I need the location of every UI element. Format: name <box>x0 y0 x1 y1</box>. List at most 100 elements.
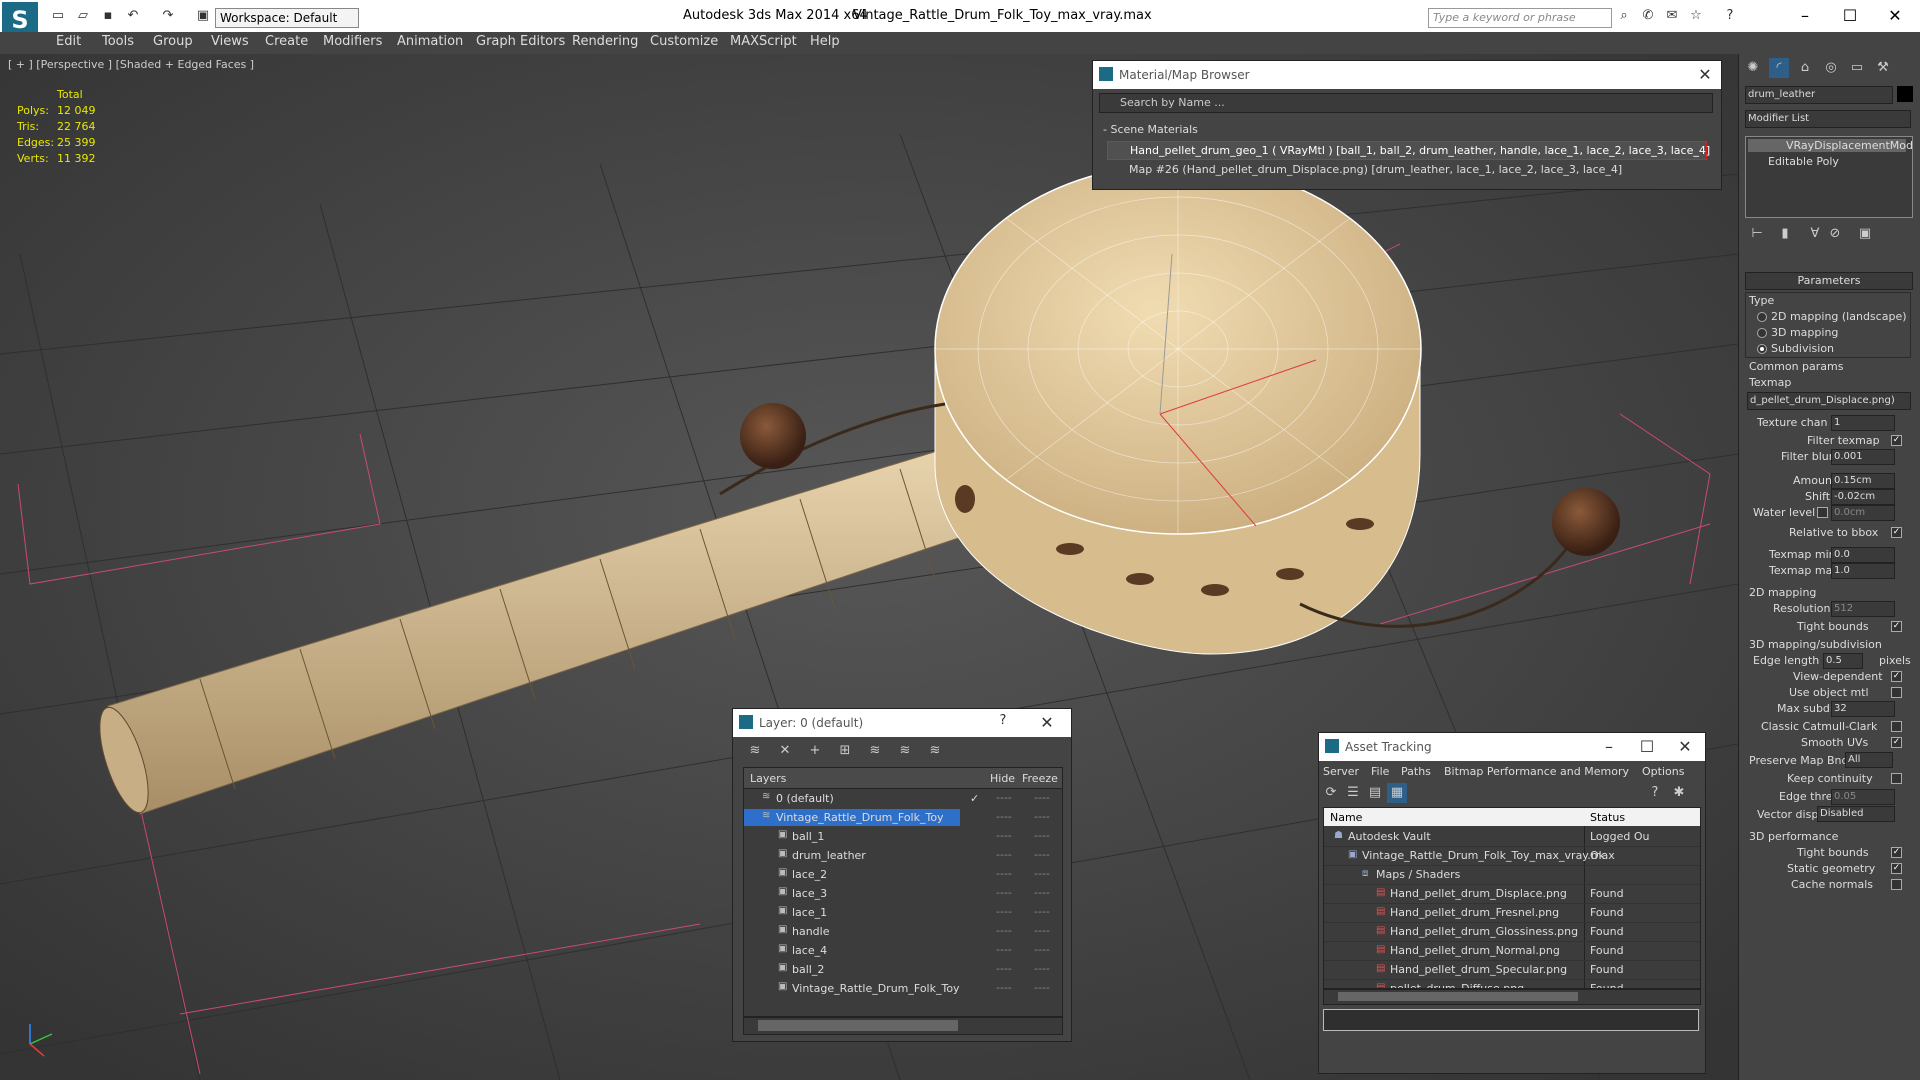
redo-icon[interactable]: ↷ <box>160 9 176 23</box>
layer-freeze-toggle[interactable]: ---- <box>1034 791 1050 804</box>
texmap-max-spinner[interactable]: 1.0 <box>1831 563 1895 579</box>
layer-hide-toggle[interactable]: ---- <box>996 810 1012 823</box>
material-item-vraymtl[interactable]: Hand_pellet_drum_geo_1 ( VRayMtl ) [ball… <box>1107 141 1710 160</box>
layers-column-header[interactable]: Layers <box>750 772 786 785</box>
material-browser-titlebar[interactable]: Material/Map Browser ✕ <box>1093 61 1721 89</box>
asset-row[interactable]: ▤ Hand_pellet_drum_Glossiness.png Found <box>1324 923 1700 942</box>
preserve-map-dropdown[interactable]: All <box>1845 752 1893 768</box>
current-layer-check-icon[interactable]: ✓ <box>970 792 979 805</box>
object-name-field[interactable]: drum_leather <box>1745 86 1893 104</box>
max-subdivs-spinner[interactable]: 32 <box>1831 701 1895 717</box>
menu-customize[interactable]: Customize <box>650 34 718 49</box>
layer-freeze-toggle[interactable]: ---- <box>1034 924 1050 937</box>
asset-row[interactable]: ⧈ Maps / Shaders <box>1324 866 1700 885</box>
vector-displ-dropdown[interactable]: Disabled <box>1817 806 1895 822</box>
asset-scroll-thumb[interactable] <box>1338 992 1578 1001</box>
layer-hide-toggle[interactable]: ---- <box>996 848 1012 861</box>
amount-spinner[interactable]: 0.15cm <box>1831 473 1895 489</box>
viewport-label[interactable]: [ + ] [Perspective ] [Shaded + Edged Fac… <box>8 58 254 71</box>
configure-sets-icon[interactable]: ▣ <box>1855 224 1875 244</box>
layer-freeze-toggle[interactable]: ---- <box>1034 905 1050 918</box>
layer-row[interactable]: lace_1 ▣ <box>744 904 1062 921</box>
table-view-icon[interactable]: ▦ <box>1387 783 1407 803</box>
layer-freeze-toggle[interactable]: ---- <box>1034 829 1050 842</box>
layer-hide-toggle[interactable]: ---- <box>996 981 1012 994</box>
hierarchy-tab-icon[interactable]: ⌂ <box>1795 58 1815 78</box>
select-in-layer-icon[interactable]: ⊞ <box>835 741 855 761</box>
help-icon[interactable]: ? <box>1722 9 1738 23</box>
layer-hide-toggle[interactable]: ---- <box>996 905 1012 918</box>
stack-item-editable-poly[interactable]: Editable Poly <box>1768 155 1839 168</box>
material-browser-close-icon[interactable]: ✕ <box>1695 65 1715 85</box>
modifier-list-dropdown[interactable]: Modifier List <box>1745 110 1911 128</box>
keep-continuity-checkbox[interactable] <box>1891 773 1902 784</box>
menu-modifiers[interactable]: Modifiers <box>323 34 382 49</box>
save-icon[interactable]: ▪ <box>100 9 116 23</box>
asset-horizontal-scrollbar[interactable] <box>1323 989 1701 1005</box>
asset-row[interactable]: ▤ Hand_pellet_drum_Normal.png Found <box>1324 942 1700 961</box>
material-search-input[interactable]: Search by Name ... <box>1099 93 1713 113</box>
material-item-map[interactable]: Map #26 (Hand_pellet_drum_Displace.png) … <box>1107 161 1705 178</box>
use-object-mtl-checkbox[interactable] <box>1891 687 1902 698</box>
add-to-layer-icon[interactable]: + <box>805 741 825 761</box>
layer-row[interactable]: lace_2 ▣ <box>744 866 1062 883</box>
relative-bbox-checkbox[interactable]: ✓ <box>1891 527 1902 538</box>
thumbnail-view-icon[interactable]: ▤ <box>1365 783 1385 803</box>
layer-close-icon[interactable]: ✕ <box>1037 713 1057 733</box>
radio-subdivision[interactable] <box>1757 344 1767 354</box>
asset-row[interactable]: ☗ Autodesk Vault Logged Ou <box>1324 828 1700 847</box>
layer-freeze-toggle[interactable]: ---- <box>1034 867 1050 880</box>
layer-row[interactable]: ball_2 ▣ <box>744 961 1062 978</box>
menu-graph-editors[interactable]: Graph Editors <box>476 34 565 49</box>
motion-tab-icon[interactable]: ◎ <box>1821 58 1841 78</box>
layer-freeze-toggle[interactable]: ---- <box>1034 943 1050 956</box>
layer-horizontal-scrollbar[interactable] <box>743 1017 1063 1035</box>
asset-menu-paths[interactable]: Paths <box>1401 765 1431 778</box>
modify-tab-icon[interactable]: ◜ <box>1769 58 1789 78</box>
stack-item-vraydisplacement[interactable]: VRayDisplacementMod <box>1748 139 1913 152</box>
undo-icon[interactable]: ↶ <box>125 9 141 23</box>
show-end-result-icon[interactable]: ▮ <box>1775 224 1795 244</box>
object-color-swatch[interactable] <box>1897 86 1913 102</box>
menu-help[interactable]: Help <box>810 34 840 49</box>
refresh-icon[interactable]: ⟳ <box>1321 783 1341 803</box>
close-button[interactable]: ✕ <box>1875 4 1915 28</box>
asset-row[interactable]: ▤ Hand_pellet_drum_Displace.png Found <box>1324 885 1700 904</box>
asset-name-column-header[interactable]: Name <box>1330 811 1362 824</box>
classic-catmull-checkbox[interactable] <box>1891 721 1902 732</box>
texture-chan-spinner[interactable]: 1 <box>1831 415 1895 431</box>
workspace-dropdown[interactable]: Workspace: Default <box>215 8 359 28</box>
freeze-column-header[interactable]: Freeze <box>1022 772 1058 785</box>
subscription-icon[interactable]: ✉ <box>1664 9 1680 23</box>
menu-tools[interactable]: Tools <box>102 34 134 49</box>
filter-blur-spinner[interactable]: 0.001 <box>1831 449 1895 465</box>
layer-freeze-toggle[interactable]: ---- <box>1034 962 1050 975</box>
highlight-layer-icon[interactable]: ≋ <box>865 741 885 761</box>
layer-row[interactable]: ball_1 ▣ <box>744 828 1062 845</box>
layer-freeze-toggle[interactable]: ---- <box>1034 810 1050 823</box>
layer-hide-toggle[interactable]: ---- <box>996 886 1012 899</box>
layer-row[interactable]: 0 (default) ≋ <box>744 790 1062 807</box>
layer-freeze-toggle[interactable]: ---- <box>1034 886 1050 899</box>
remove-modifier-icon[interactable]: ⊘ <box>1825 224 1845 244</box>
menu-group[interactable]: Group <box>153 34 193 49</box>
layer-hide-toggle[interactable]: ---- <box>996 962 1012 975</box>
parameters-rollout[interactable]: Parameters <box>1745 272 1913 290</box>
menu-rendering[interactable]: Rendering <box>572 34 638 49</box>
layer-help-button[interactable]: ? <box>993 713 1013 733</box>
menu-views[interactable]: Views <box>211 34 249 49</box>
hide-column-header[interactable]: Hide <box>990 772 1015 785</box>
view-dependent-checkbox[interactable]: ✓ <box>1891 671 1902 682</box>
layer-row[interactable]: lace_4 ▣ <box>744 942 1062 959</box>
layer-freeze-toggle[interactable]: ---- <box>1034 848 1050 861</box>
scene-materials-header[interactable]: - Scene Materials <box>1103 123 1198 136</box>
favorites-star-icon[interactable]: ☆ <box>1688 9 1704 23</box>
binoculars-icon[interactable]: ⌕ <box>1616 9 1632 23</box>
utilities-tab-icon[interactable]: ⚒ <box>1873 58 1893 78</box>
asset-row[interactable]: ▤ Hand_pellet_drum_Specular.png Found <box>1324 961 1700 980</box>
make-unique-icon[interactable]: ∀ <box>1805 224 1825 244</box>
layer-row[interactable]: lace_3 ▣ <box>744 885 1062 902</box>
vault-settings-icon[interactable]: ✱ <box>1669 783 1689 803</box>
resolution-spinner[interactable]: 512 <box>1831 601 1895 617</box>
delete-layer-icon[interactable]: ✕ <box>775 741 795 761</box>
